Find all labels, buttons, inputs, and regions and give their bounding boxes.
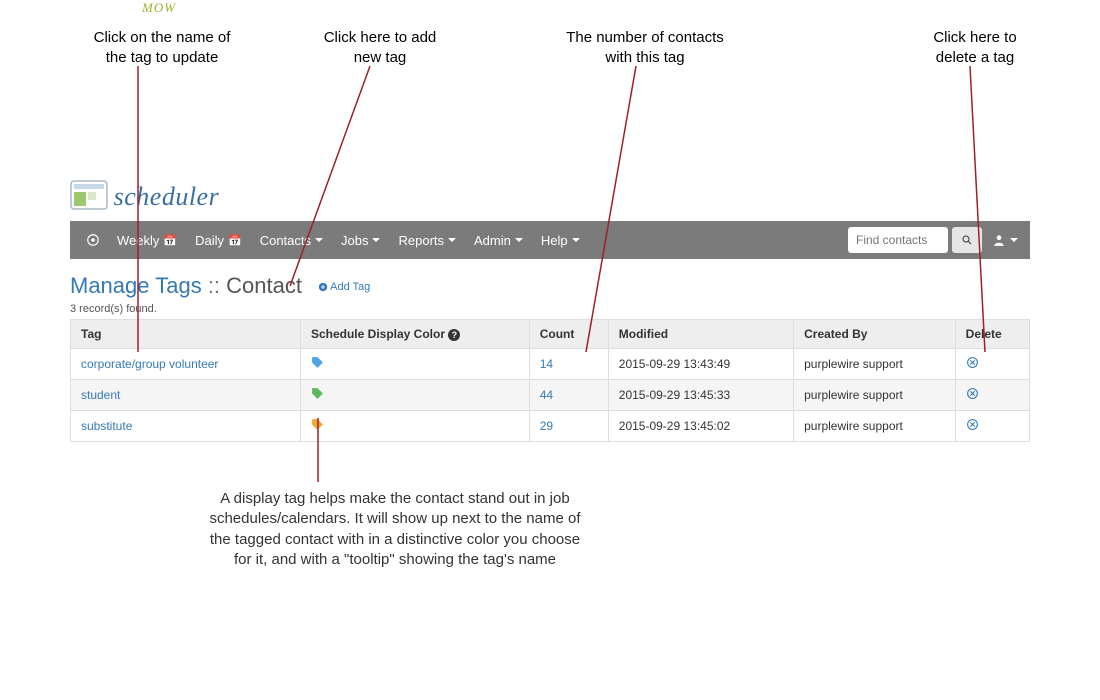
modified-cell: 2015-09-29 13:45:33 bbox=[608, 380, 793, 411]
modified-cell: 2015-09-29 13:45:02 bbox=[608, 411, 793, 442]
help-icon[interactable]: ? bbox=[448, 329, 460, 341]
col-modified: Modified bbox=[608, 320, 793, 349]
col-created: Created By bbox=[794, 320, 956, 349]
table-row: student 44 2015-09-29 13:45:33purplewire s… bbox=[71, 380, 1030, 411]
add-tag-link[interactable]: Add Tag bbox=[318, 281, 370, 293]
user-menu[interactable] bbox=[992, 233, 1018, 247]
search-button[interactable] bbox=[952, 227, 982, 253]
search-input[interactable] bbox=[848, 227, 948, 253]
tag-name-link[interactable]: student bbox=[81, 388, 120, 402]
tag-name-link[interactable]: substitute bbox=[81, 419, 132, 433]
record-count: 3 record(s) found. bbox=[70, 303, 1030, 315]
nav-help[interactable]: Help bbox=[532, 221, 589, 259]
tag-name-link[interactable]: corporate/group volunteer bbox=[81, 357, 218, 371]
col-tag: Tag bbox=[71, 320, 301, 349]
count-link[interactable]: 14 bbox=[540, 357, 553, 371]
nav-contacts[interactable]: Contacts bbox=[251, 221, 332, 259]
delete-button[interactable] bbox=[966, 389, 979, 403]
user-icon bbox=[992, 233, 1006, 247]
count-link[interactable]: 29 bbox=[540, 419, 553, 433]
tag-icon bbox=[311, 418, 324, 434]
calendar-icon: 📅 bbox=[163, 234, 177, 247]
tag-icon bbox=[311, 387, 324, 403]
nav-weekly[interactable]: Weekly📅 bbox=[108, 221, 186, 259]
delete-button[interactable] bbox=[966, 420, 979, 434]
logo: scheduler bbox=[70, 180, 1030, 213]
chevron-down-icon bbox=[515, 238, 523, 242]
table-row: substitute 29 2015-09-29 13:45:02purplewir… bbox=[71, 411, 1030, 442]
table-row: corporate/group volunteer 14 2015-09-29 13… bbox=[71, 349, 1030, 380]
nav-admin[interactable]: Admin bbox=[465, 221, 532, 259]
created-cell: purplewire support bbox=[794, 411, 956, 442]
col-color: Schedule Display Color ? bbox=[300, 320, 529, 349]
tag-icon bbox=[311, 356, 324, 372]
logo-mow: MOW bbox=[142, 0, 1030, 16]
logo-text: scheduler bbox=[114, 182, 220, 212]
chevron-down-icon bbox=[1010, 238, 1018, 242]
calendar-icon: 📅 bbox=[228, 234, 242, 247]
plus-circle-icon bbox=[318, 282, 328, 292]
navbar: Weekly📅 Daily📅 Contacts Jobs Reports Adm… bbox=[70, 221, 1030, 259]
delete-button[interactable] bbox=[966, 358, 979, 372]
home-icon[interactable] bbox=[86, 233, 100, 247]
search-icon bbox=[961, 234, 973, 246]
nav-jobs[interactable]: Jobs bbox=[332, 221, 389, 259]
annotation-display: A display tag helps make the contact sta… bbox=[205, 489, 585, 570]
nav-daily[interactable]: Daily📅 bbox=[186, 221, 251, 259]
page-title: Manage Tags :: Contact Add Tag bbox=[70, 273, 1030, 299]
count-link[interactable]: 44 bbox=[540, 388, 553, 402]
chevron-down-icon bbox=[372, 238, 380, 242]
created-cell: purplewire support bbox=[794, 349, 956, 380]
created-cell: purplewire support bbox=[794, 380, 956, 411]
col-delete: Delete bbox=[955, 320, 1029, 349]
modified-cell: 2015-09-29 13:43:49 bbox=[608, 349, 793, 380]
col-count: Count bbox=[529, 320, 608, 349]
chevron-down-icon bbox=[315, 238, 323, 242]
chevron-down-icon bbox=[572, 238, 580, 242]
nav-reports[interactable]: Reports bbox=[389, 221, 465, 259]
chevron-down-icon bbox=[448, 238, 456, 242]
tags-table: Tag Schedule Display Color ? Count Modif… bbox=[70, 319, 1030, 442]
